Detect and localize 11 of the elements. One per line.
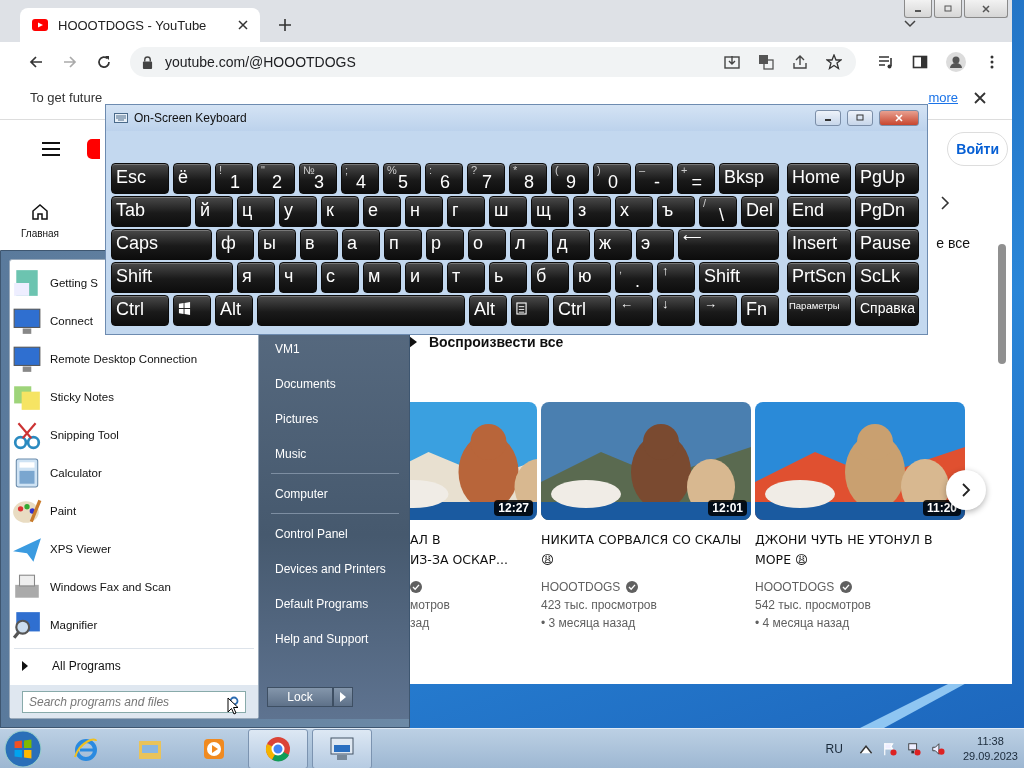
tab-title: HOOOTDOGS - YouTube (58, 17, 208, 33)
video-duration: 12:27 (494, 500, 533, 516)
infobar-message: To get future (30, 90, 103, 105)
view-count: 542 тыс. просмотров (755, 597, 872, 614)
upload-age: • 4 месяца назад (755, 615, 851, 632)
video-duration: 12:01 (708, 500, 747, 516)
upload-age: • 3 месяца назад (541, 615, 637, 632)
view-count: 423 тыс. просмотров (541, 597, 658, 614)
upload-age: зад (410, 615, 431, 632)
window-title: On-Screen Keyboard (134, 111, 247, 125)
view-count: мотров (410, 597, 451, 614)
